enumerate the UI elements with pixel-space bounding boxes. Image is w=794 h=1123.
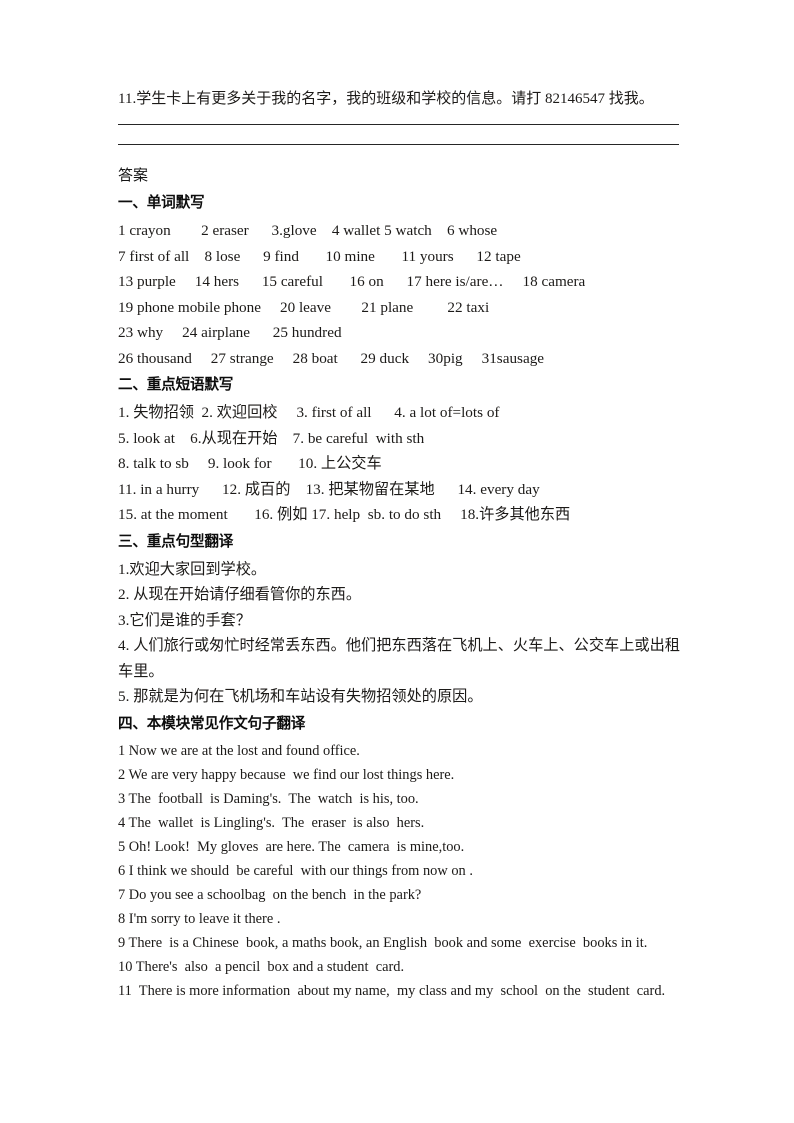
text-line: 23 why 24 airplane 25 hundred (118, 324, 342, 341)
section-heading-sentence-translation: 三、重点句型翻译 (118, 533, 234, 550)
text-line: 1 Now we are at the lost and found offic… (118, 742, 360, 759)
section-sentence-translation: 三、重点句型翻译 1.欢迎大家回到学校。 2. 从现在开始请仔细看管你的东西。 … (118, 530, 680, 710)
text-line: 6 I think we should be careful with our … (118, 862, 473, 879)
section-vocabulary-lines: 1 crayon 2 eraser 3.glove 4 wallet 5 wat… (118, 218, 678, 371)
text-line: 4 The wallet is Lingling's. The eraser i… (118, 814, 425, 831)
text-line: 8 I'm sorry to leave it there . (118, 910, 281, 927)
text-line: 9 There is a Chinese book, a maths book,… (118, 934, 648, 951)
text-line: 车里。 (118, 662, 164, 680)
intro-question: 11.学生卡上有更多关于我的名字，我的班级和学校的信息。请打 82146547 … (118, 91, 654, 107)
section-vocabulary: 一、单词默写 1 crayon 2 eraser 3.glove 4 walle… (118, 191, 678, 371)
text-line: 10 There's also a pencil box and a stude… (118, 958, 405, 975)
text-line: 1.欢迎大家回到学校。 (118, 560, 267, 578)
text-line: 4. 人们旅行或匆忙时经常丢东西。他们把东西落在飞机上、火车上、公交车上或出租 (118, 637, 680, 654)
text-line: 8. talk to sb 9. look for 10. 上公交车 (118, 455, 382, 472)
section-sentence-translation-lines: 1.欢迎大家回到学校。 2. 从现在开始请仔细看管你的东西。 3.它们是谁的手套… (118, 557, 680, 710)
section-heading-vocabulary: 一、单词默写 (118, 195, 205, 211)
answer-blank-rules (118, 124, 679, 145)
text-line: 2 We are very happy because we find our … (118, 766, 455, 783)
section-phrases-lines: 1. 失物招领 2. 欢迎回校 3. first of all 4. a lot… (118, 400, 678, 528)
section-heading-phrases: 二、重点短语默写 (118, 377, 234, 393)
text-line: 13 purple 14 hers 15 careful 16 on 17 he… (118, 273, 586, 290)
text-line: 5. 那就是为何在飞机场和车站设有失物招领处的原因。 (118, 688, 483, 705)
answers-heading: 答案 (118, 167, 149, 184)
text-line: 7 Do you see a schoolbag on the bench in… (118, 886, 422, 903)
text-line: 3.它们是谁的手套？ (118, 611, 251, 629)
document-page: 11.学生卡上有更多关于我的名字，我的班级和学校的信息。请打 82146547 … (0, 0, 794, 1123)
text-line: 1. 失物招领 2. 欢迎回校 3. first of all 4. a lot… (118, 404, 500, 421)
section-phrases: 二、重点短语默写 1. 失物招领 2. 欢迎回校 3. first of all… (118, 373, 678, 528)
text-line: 7 first of all 8 lose 9 find 10 mine 11 … (118, 247, 521, 265)
text-line: 5 Oh! Look! My gloves are here. The came… (118, 838, 465, 855)
text-line: 11 There is more information about my na… (118, 982, 666, 999)
section-composition-sentences-lines: 1 Now we are at the lost and found offic… (118, 739, 678, 1003)
text-line: 2. 从现在开始请仔细看管你的东西。 (118, 586, 361, 603)
text-line: 19 phone mobile phone 20 leave 21 plane … (118, 298, 490, 316)
text-line: 3 The football is Daming's. The watch is… (118, 790, 419, 807)
section-heading-composition-sentences: 四、本模块常见作文句子翻译 (118, 715, 306, 732)
text-line: 11. in a hurry 12. 成百的 13. 把某物留在某地 14. e… (118, 480, 540, 498)
answer-rule-1 (118, 124, 679, 125)
section-composition-sentences: 四、本模块常见作文句子翻译 1 Now we are at the lost a… (118, 712, 678, 1003)
text-line: 5. look at 6.从现在开始 7. be careful with st… (118, 429, 425, 447)
text-line: 26 thousand 27 strange 28 boat 29 duck 3… (118, 349, 545, 367)
text-line: 15. at the moment 16. 例如 17. help sb. to… (118, 506, 571, 523)
text-line: 1 crayon 2 eraser 3.glove 4 wallet 5 wat… (118, 222, 498, 239)
answer-rule-2 (118, 144, 679, 145)
